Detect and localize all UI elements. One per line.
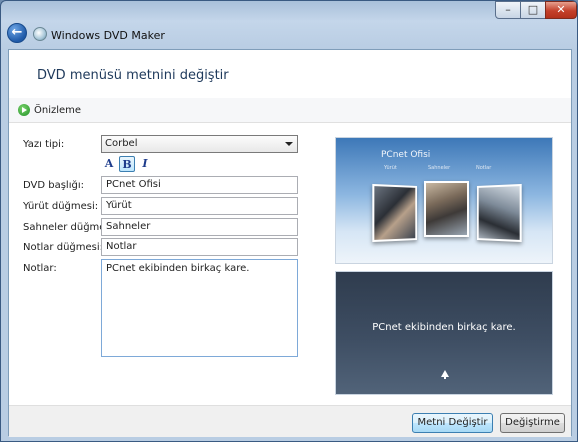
back-arrow-icon[interactable]: ←: [7, 23, 27, 43]
maximize-button[interactable]: □: [520, 1, 546, 19]
up-arrow-icon: [441, 370, 449, 379]
photo-thumbnail: [476, 183, 522, 243]
notes-label: Notlar:: [23, 263, 57, 274]
italic-button[interactable]: I: [137, 156, 153, 172]
play-button-label: Yürüt düğmesi:: [23, 201, 99, 212]
preview-toolbar: [9, 98, 571, 123]
menu-preview-item-scenes: Sahneler: [428, 165, 451, 171]
menu-preview-item-notes: Notlar: [476, 165, 492, 171]
play-button-input[interactable]: Yürüt: [101, 197, 298, 215]
font-select-value: Corbel: [105, 138, 138, 149]
close-button[interactable]: ✕: [545, 1, 577, 19]
font-select[interactable]: Corbel: [101, 135, 298, 153]
notes-preview: PCnet ekibinden birkaç kare.: [335, 271, 553, 395]
font-label: Yazı tipi:: [23, 139, 65, 150]
dvd-maker-app-icon: [33, 27, 47, 41]
dont-change-button[interactable]: Değiştirme: [500, 413, 565, 433]
dialog-content: DVD menüsü metnini değiştir Önizleme Yaz…: [8, 49, 572, 437]
notes-preview-text: PCnet ekibinden birkaç kare.: [372, 322, 516, 333]
menu-preview-item-play: Yürüt: [384, 165, 397, 171]
photo-thumbnail: [424, 181, 469, 237]
scenes-button-input[interactable]: Sahneler: [101, 218, 298, 236]
notes-textarea[interactable]: PCnet ekibinden birkaç kare.: [101, 259, 298, 357]
preview-link[interactable]: Önizleme: [34, 105, 81, 116]
chevron-down-icon: [285, 142, 293, 146]
minimize-button[interactable]: –: [495, 1, 521, 19]
title-bar: ← Windows DVD Maker – □ ✕: [1, 1, 577, 49]
menu-preview: PCnet Ofisi Yürüt Sahneler Notlar: [335, 137, 553, 264]
photo-thumbnail: [372, 183, 418, 243]
play-icon[interactable]: [18, 104, 30, 116]
dvd-maker-window: ← Windows DVD Maker – □ ✕ DVD menüsü met…: [0, 0, 578, 442]
window-title: Windows DVD Maker: [51, 29, 165, 42]
dvd-title-input[interactable]: PCnet Ofisi: [101, 176, 298, 194]
bold-button[interactable]: B: [119, 156, 135, 172]
header-band: DVD menüsü metnini değiştir: [9, 50, 571, 99]
text-color-button[interactable]: A: [101, 156, 117, 172]
notes-button-input[interactable]: Notlar: [101, 238, 298, 256]
page-title: DVD menüsü metnini değiştir: [37, 68, 229, 83]
dvd-title-label: DVD başlığı:: [23, 180, 84, 191]
change-text-button[interactable]: Metni Değiştir: [412, 413, 493, 433]
notes-button-label: Notlar düğmesi:: [23, 242, 103, 253]
menu-preview-title: PCnet Ofisi: [381, 150, 431, 160]
